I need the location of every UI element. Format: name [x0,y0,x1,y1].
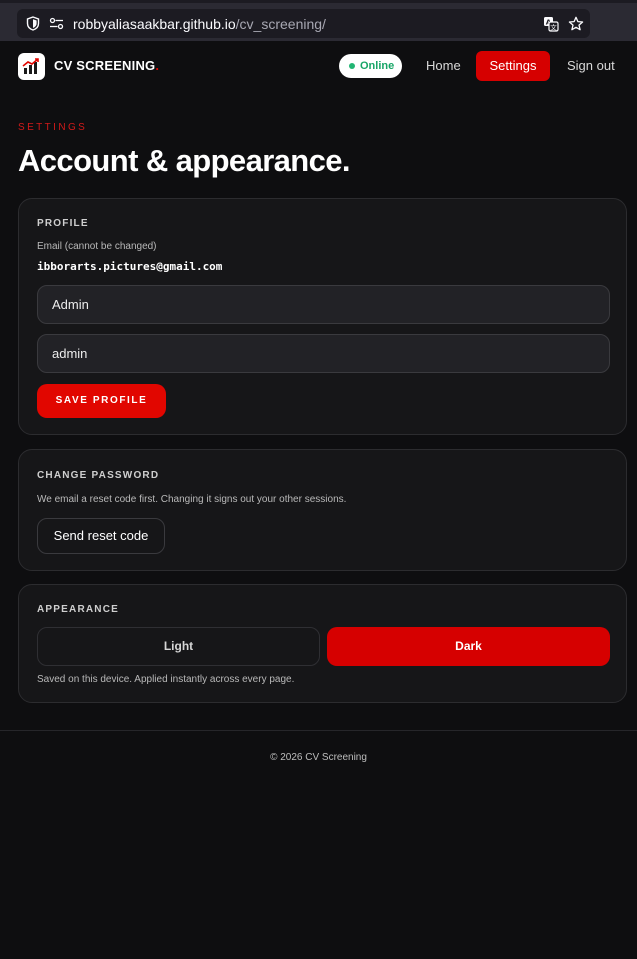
page-eyebrow: SETTINGS [18,122,88,133]
app-logo[interactable] [18,53,45,80]
appearance-heading: APPEARANCE [37,604,120,615]
profile-card: PROFILE Email (cannot be changed) ibbora… [18,198,627,435]
nav-link-home[interactable]: Home [426,58,461,74]
url-text[interactable]: robbyaliasaakbar.github.io/cv_screening/ [73,16,326,32]
brand-dot: . [155,58,160,73]
page-title: Account & appearance. [18,143,351,178]
translate-icon[interactable]: A 文 [543,16,559,32]
top-navbar: CV SCREENING. Online Home Settings Sign … [0,41,637,93]
name-input[interactable] [37,285,610,324]
address-bar[interactable]: robbyaliasaakbar.github.io/cv_screening/… [17,9,590,38]
nav-link-settings[interactable]: Settings [476,51,550,81]
bar-chart-trending-icon [22,58,39,74]
bookmark-star-icon[interactable] [568,16,584,32]
brand-name[interactable]: CV SCREENING. [54,58,159,74]
save-profile-button[interactable]: SAVE PROFILE [37,384,166,418]
url-host: robbyaliasaakbar.github.io [73,16,236,32]
password-description: We email a reset code first. Changing it… [37,494,347,505]
appearance-card: APPEARANCE Light Dark Saved on this devi… [18,584,627,703]
status-label: Online [360,60,395,72]
status-badge: Online [339,54,402,78]
svg-text:文: 文 [550,22,557,31]
change-password-card: CHANGE PASSWORD We email a reset code fi… [18,449,627,571]
permissions-icon[interactable] [49,17,64,30]
username-input[interactable] [37,334,610,373]
nav-link-sign-out[interactable]: Sign out [567,58,615,74]
profile-heading: PROFILE [37,218,89,229]
url-path: /cv_screening/ [235,16,326,32]
email-label: Email (cannot be changed) [37,241,157,252]
footer-copyright: © 2026 CV Screening [270,752,367,763]
footer-divider [0,730,637,731]
theme-option-light[interactable]: Light [37,627,320,666]
theme-option-dark[interactable]: Dark [327,627,610,666]
brand-text: CV SCREENING [54,58,156,73]
send-reset-code-button[interactable]: Send reset code [37,518,165,554]
status-dot-icon [349,63,355,69]
browser-toolbar: robbyaliasaakbar.github.io/cv_screening/… [0,0,637,41]
shield-icon[interactable] [26,16,40,31]
appearance-note: Saved on this device. Applied instantly … [37,674,295,685]
password-heading: CHANGE PASSWORD [37,470,160,481]
email-value: ibborarts.pictures@gmail.com [37,260,223,273]
